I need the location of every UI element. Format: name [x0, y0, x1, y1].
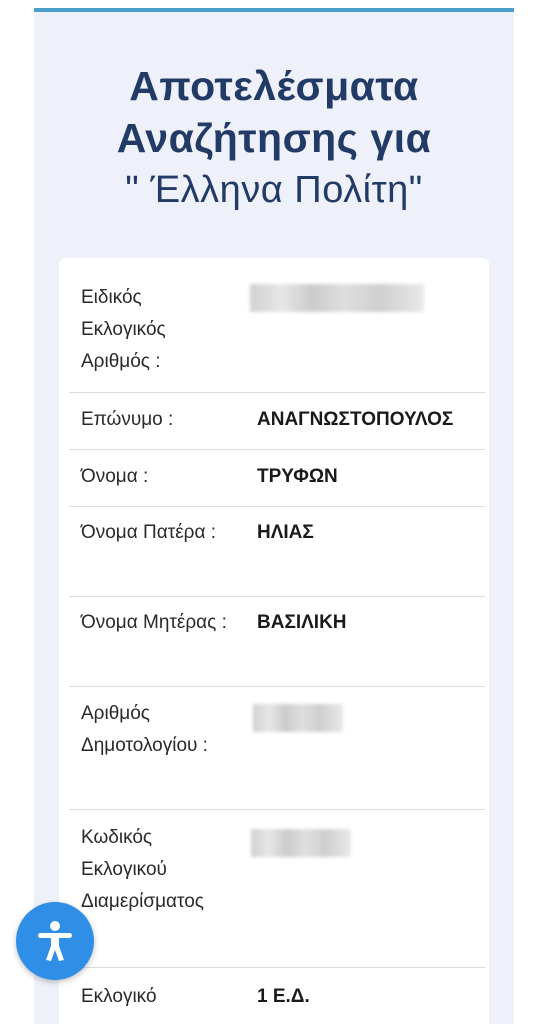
row-special-electoral-number: Ειδικός Εκλογικός Αριθμός :	[69, 276, 485, 393]
row-surname: Επώνυμο : ΑΝΑΓΝΩΣΤΟΠΟΥΛΟΣ	[69, 392, 485, 450]
row-label: Αριθμός Δημοτολογίου :	[81, 703, 208, 756]
row-value: ΒΑΣΙΛΙΚΗ	[257, 612, 347, 633]
redacted-value	[251, 829, 351, 857]
row-father-name: Όνομα Πατέρα : ΗΛΙΑΣ	[69, 506, 485, 597]
row-value: ΤΡΥΦΩΝ	[257, 466, 338, 487]
row-electoral-district: Εκλογικό 1 Ε.Δ.	[69, 967, 485, 1024]
row-label: Κωδικός Εκλογικού Διαμερίσματος	[81, 827, 204, 912]
row-label: Όνομα Πατέρα :	[81, 522, 217, 543]
row-first-name: Όνομα : ΤΡΥΦΩΝ	[69, 449, 485, 507]
row-value: ΗΛΙΑΣ	[257, 522, 314, 543]
row-municipal-registry-number: Αριθμός Δημοτολογίου :	[69, 686, 485, 810]
row-mother-name: Όνομα Μητέρας : ΒΑΣΙΛΙΚΗ	[69, 596, 485, 687]
accessibility-button[interactable]	[16, 902, 94, 980]
row-label: Εκλογικό	[81, 986, 157, 1007]
result-card: Ειδικός Εκλογικός Αριθμός : Επώνυμο : ΑΝ…	[59, 258, 489, 1024]
accessibility-person-icon	[38, 921, 72, 961]
row-value: 1 Ε.Δ.	[257, 986, 310, 1007]
row-electoral-district-code: Κωδικός Εκλογικού Διαμερίσματος	[69, 809, 485, 968]
row-label: Ειδικός Εκλογικός Αριθμός :	[81, 287, 166, 372]
page-title: Αποτελέσματα Αναζήτησης για " Έλληνα Πολ…	[34, 60, 514, 216]
row-label: Επώνυμο :	[81, 409, 174, 430]
title-line-2: Αναζήτησης για	[116, 115, 432, 161]
row-label: Όνομα Μητέρας :	[81, 612, 227, 633]
row-value: ΑΝΑΓΝΩΣΤΟΠΟΥΛΟΣ	[257, 409, 454, 430]
row-label: Όνομα :	[81, 466, 149, 487]
redacted-value	[253, 704, 343, 732]
title-query: " Έλληνα Πολίτη"	[125, 169, 423, 211]
page: Αποτελέσματα Αναζήτησης για " Έλληνα Πολ…	[0, 0, 546, 1024]
title-line-1: Αποτελέσματα	[129, 63, 419, 109]
redacted-value	[250, 284, 424, 312]
